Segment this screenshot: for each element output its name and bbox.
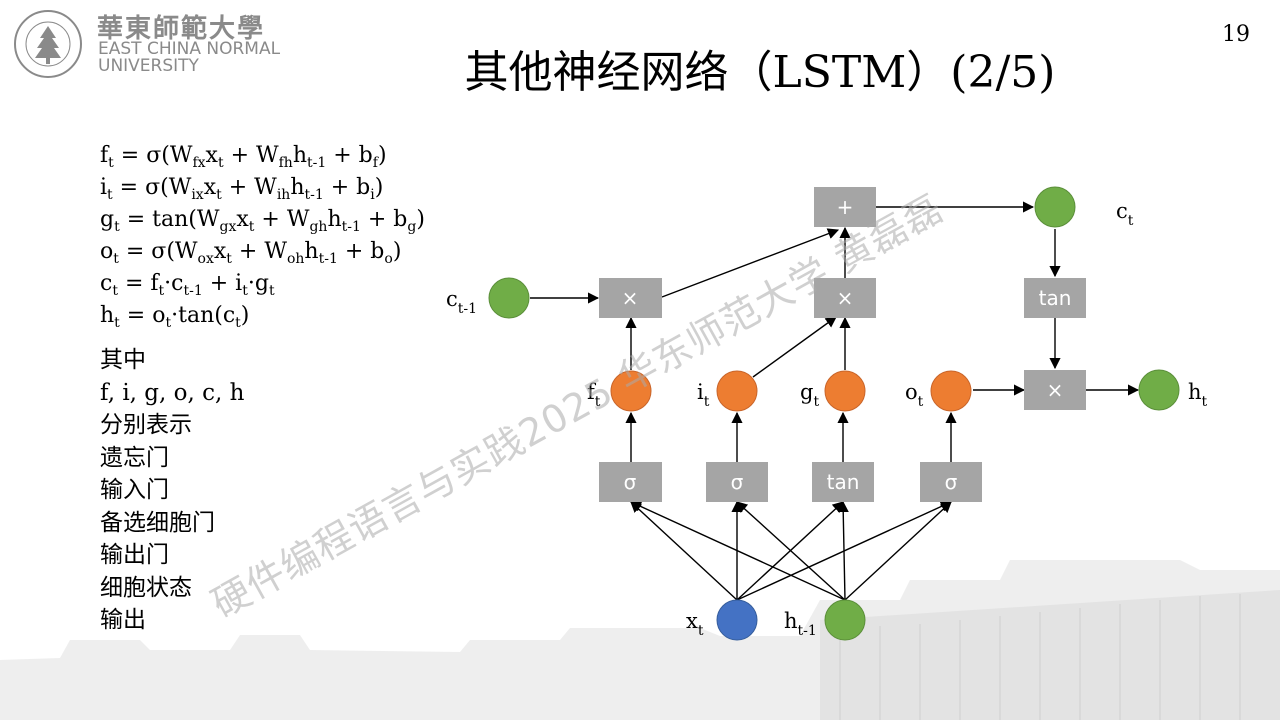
label-h-prev: ht-1 bbox=[784, 609, 817, 639]
node-h-prev bbox=[824, 599, 866, 641]
label-h-t: ht bbox=[1188, 380, 1208, 410]
svg-text:tan: tan bbox=[827, 470, 860, 494]
label-i-t: it bbox=[697, 380, 710, 410]
label-g-t: gt bbox=[800, 380, 819, 410]
node-c-t bbox=[1034, 186, 1076, 228]
svg-text:σ: σ bbox=[945, 470, 958, 494]
node-x-t bbox=[716, 599, 758, 641]
label-x-t: xt bbox=[686, 609, 704, 639]
box-sigma-output: σ bbox=[920, 462, 982, 502]
svg-text:σ: σ bbox=[624, 470, 637, 494]
node-g-t bbox=[824, 370, 866, 412]
box-mul-output: × bbox=[1024, 370, 1086, 410]
label-o-t: ot bbox=[905, 380, 924, 410]
label-c-prev: ct-1 bbox=[446, 287, 477, 317]
box-mul-forget: × bbox=[599, 278, 662, 318]
box-tan-cell: tan bbox=[1024, 278, 1086, 318]
svg-text:×: × bbox=[622, 286, 639, 310]
svg-text:×: × bbox=[1047, 378, 1064, 402]
node-c-prev bbox=[488, 277, 530, 319]
label-c-t: ct bbox=[1116, 199, 1134, 229]
node-o-t bbox=[930, 370, 972, 412]
node-i-t bbox=[716, 370, 758, 412]
svg-text:+: + bbox=[837, 195, 854, 219]
node-h-t bbox=[1138, 369, 1180, 411]
svg-text:tan: tan bbox=[1039, 286, 1072, 310]
box-sigma-forget: σ bbox=[599, 462, 662, 502]
box-tan-candidate: tan bbox=[812, 462, 874, 502]
svg-text:×: × bbox=[837, 286, 854, 310]
svg-text:σ: σ bbox=[731, 470, 744, 494]
box-sigma-input: σ bbox=[706, 462, 768, 502]
